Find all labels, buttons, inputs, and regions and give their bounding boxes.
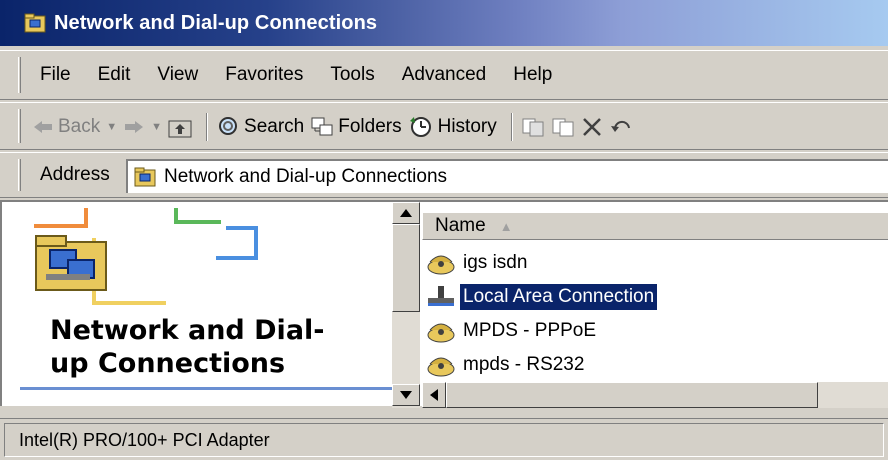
title-bar[interactable]: Network and Dial-up Connections bbox=[0, 0, 888, 46]
back-dropdown-icon[interactable]: ▼ bbox=[106, 121, 117, 133]
column-header-name[interactable]: Name ▲ bbox=[422, 212, 888, 240]
move-to-icon bbox=[522, 118, 544, 137]
delete-icon bbox=[582, 118, 601, 136]
horizontal-scroll-thumb[interactable] bbox=[446, 382, 818, 408]
scroll-left-button[interactable] bbox=[422, 382, 446, 408]
list-item-name: igs isdn bbox=[463, 252, 528, 273]
arrow-down-icon bbox=[400, 391, 412, 399]
folders-button-label: Folders bbox=[338, 116, 402, 137]
standard-toolbar: Back ▼ ▼ Search Folders History bbox=[0, 102, 888, 150]
address-bar: Address Network and Dial-up Connections bbox=[0, 152, 888, 198]
vertical-scrollbar[interactable] bbox=[392, 202, 420, 408]
connection-list: igs isdn Local Area Connection MPDS - PP… bbox=[426, 246, 658, 382]
menu-tools[interactable]: Tools bbox=[330, 64, 374, 86]
toolbar-separator bbox=[206, 113, 209, 141]
forward-arrow-icon bbox=[125, 121, 144, 133]
list-item-name: MPDS - PPPoE bbox=[463, 320, 597, 341]
network-folder-banner-icon bbox=[34, 208, 258, 305]
status-bar: Intel(R) PRO/100+ PCI Adapter bbox=[0, 418, 888, 460]
status-text: Intel(R) PRO/100+ PCI Adapter bbox=[4, 423, 884, 457]
menu-favorites[interactable]: Favorites bbox=[225, 64, 303, 86]
sort-ascending-icon: ▲ bbox=[499, 218, 513, 234]
menu-help[interactable]: Help bbox=[513, 64, 552, 86]
up-folder-icon bbox=[168, 120, 192, 138]
address-bar-grip[interactable] bbox=[18, 159, 21, 191]
arrow-left-icon bbox=[430, 389, 438, 401]
horizontal-scrollbar[interactable] bbox=[422, 382, 888, 408]
move-to-button[interactable] bbox=[521, 112, 545, 142]
dialup-connection-icon bbox=[427, 255, 455, 275]
list-item[interactable]: MPDS - PPPoE bbox=[426, 314, 657, 348]
search-icon bbox=[219, 117, 238, 135]
copy-to-button[interactable] bbox=[551, 112, 575, 142]
menu-view[interactable]: View bbox=[157, 64, 198, 86]
menu-file[interactable]: File bbox=[40, 64, 71, 86]
address-input[interactable]: Network and Dial-up Connections bbox=[126, 159, 888, 193]
address-label: Address bbox=[40, 164, 110, 185]
vertical-scroll-thumb[interactable] bbox=[392, 224, 420, 312]
scroll-up-button[interactable] bbox=[392, 202, 420, 224]
list-item-name: Local Area Connection bbox=[460, 284, 658, 310]
menu-bar: File Edit View Favorites Tools Advanced … bbox=[0, 50, 888, 100]
list-item[interactable]: igs isdn bbox=[426, 246, 657, 280]
menu-edit[interactable]: Edit bbox=[98, 64, 131, 86]
folders-icon bbox=[311, 117, 333, 136]
history-icon bbox=[409, 117, 431, 137]
pane-heading-line2: up Connections bbox=[50, 348, 286, 379]
pane-heading-line1: Network and Dial- bbox=[50, 315, 325, 346]
lan-connection-icon bbox=[428, 286, 454, 306]
copy-to-icon bbox=[552, 118, 574, 137]
back-button-label: Back bbox=[58, 116, 101, 137]
dialup-connection-icon bbox=[427, 357, 455, 377]
scroll-down-button[interactable] bbox=[392, 384, 420, 406]
up-folder-button[interactable] bbox=[168, 112, 192, 142]
pane-divider bbox=[20, 387, 392, 390]
toolbar-separator bbox=[510, 113, 513, 141]
back-arrow-icon bbox=[34, 121, 52, 133]
address-value: Network and Dial-up Connections bbox=[164, 166, 448, 187]
arrow-up-icon bbox=[400, 209, 412, 217]
folder-network-icon bbox=[24, 13, 46, 33]
search-button[interactable]: Search bbox=[216, 112, 304, 142]
info-pane: Network and Dial- up Connections bbox=[20, 202, 392, 390]
menu-bar-grip[interactable] bbox=[18, 57, 21, 93]
undo-button[interactable] bbox=[609, 112, 633, 142]
toolbar-grip[interactable] bbox=[18, 109, 21, 143]
column-header-label: Name bbox=[435, 215, 486, 236]
list-item-name: mpds - RS232 bbox=[463, 354, 585, 375]
window-title: Network and Dial-up Connections bbox=[54, 11, 378, 34]
back-button[interactable]: Back ▼ bbox=[32, 112, 117, 142]
list-item[interactable]: mpds - RS232 bbox=[426, 348, 657, 382]
folders-button[interactable]: Folders bbox=[310, 112, 402, 142]
list-item[interactable]: Local Area Connection bbox=[426, 280, 658, 314]
menu-advanced[interactable]: Advanced bbox=[402, 64, 487, 86]
history-button-label: History bbox=[437, 116, 497, 137]
dialup-connection-icon bbox=[427, 323, 455, 343]
history-button[interactable]: History bbox=[408, 112, 497, 142]
forward-dropdown-icon[interactable]: ▼ bbox=[151, 121, 162, 133]
folder-network-icon bbox=[134, 167, 156, 187]
forward-button[interactable]: ▼ bbox=[123, 112, 162, 142]
undo-icon bbox=[610, 120, 630, 132]
content-area: Network and Dial- up Connections Name ▲ … bbox=[0, 200, 888, 408]
pane-heading: Network and Dial- up Connections bbox=[50, 314, 325, 380]
delete-button[interactable] bbox=[581, 112, 603, 142]
search-button-label: Search bbox=[244, 116, 305, 137]
